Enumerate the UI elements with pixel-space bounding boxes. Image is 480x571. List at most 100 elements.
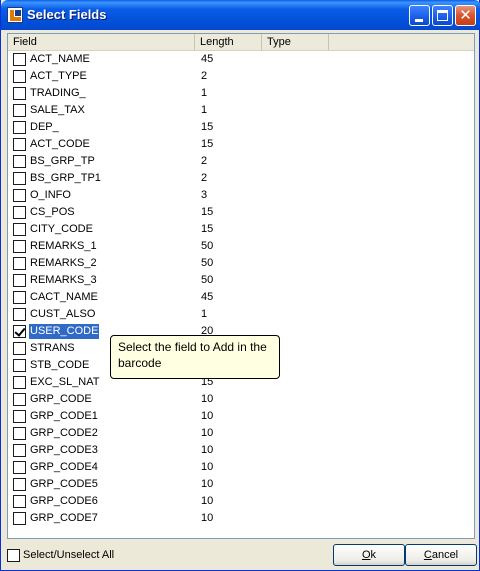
list-item[interactable]: BS_GRP_TP 2 <box>8 153 474 170</box>
row-checkbox[interactable] <box>13 291 26 304</box>
list-item[interactable]: TRADING_ 1 <box>8 85 474 102</box>
row-checkbox[interactable] <box>13 121 26 134</box>
close-button[interactable]: ✕ <box>455 5 476 26</box>
field-name: GRP_CODE7 <box>30 512 98 524</box>
list-item[interactable]: CUST_ALSO 1 <box>8 306 474 323</box>
ok-button[interactable]: Ok <box>333 544 405 566</box>
list-item[interactable]: GRP_CODE7 10 <box>8 510 474 527</box>
field-name: O_INFO <box>30 189 71 201</box>
tooltip-balloon: Select the field to Add in the barcode <box>110 335 280 379</box>
list-header: Field Length Type <box>8 34 474 51</box>
field-name: DEP_ <box>30 121 59 133</box>
field-length: 50 <box>201 274 214 286</box>
field-name: GRP_CODE6 <box>30 495 98 507</box>
row-checkbox[interactable] <box>13 495 26 508</box>
field-length: 2 <box>201 70 208 82</box>
select-all-checkbox[interactable] <box>7 549 20 562</box>
row-checkbox[interactable] <box>13 512 26 525</box>
row-checkbox[interactable] <box>13 87 26 100</box>
list-item[interactable]: REMARKS_2 50 <box>8 255 474 272</box>
field-name: BS_GRP_TP1 <box>30 172 101 184</box>
field-length: 15 <box>201 138 214 150</box>
list-item[interactable]: CS_POS 15 <box>8 204 474 221</box>
row-checkbox[interactable] <box>13 189 26 202</box>
row-checkbox[interactable] <box>13 274 26 287</box>
row-checkbox[interactable] <box>13 223 26 236</box>
row-checkbox[interactable] <box>13 104 26 117</box>
list-item[interactable]: GRP_CODE1 10 <box>8 408 474 425</box>
footer-bar: Select/Unselect All Ok Cancel <box>1 543 479 571</box>
list-item[interactable]: CITY_CODE 15 <box>8 221 474 238</box>
field-name: SALE_TAX <box>30 104 85 116</box>
field-name: ACT_NAME <box>30 53 90 65</box>
title-bar[interactable]: Select Fields ✕ <box>1 0 480 30</box>
field-length: 50 <box>201 257 214 269</box>
field-length: 2 <box>201 172 208 184</box>
cancel-button[interactable]: Cancel <box>405 544 477 566</box>
list-item[interactable]: GRP_CODE2 10 <box>8 425 474 442</box>
row-checkbox[interactable] <box>13 342 26 355</box>
row-checkbox[interactable] <box>13 325 26 338</box>
field-name: REMARKS_2 <box>30 257 97 269</box>
row-checkbox[interactable] <box>13 359 26 372</box>
list-item[interactable]: DEP_ 15 <box>8 119 474 136</box>
list-item[interactable]: REMARKS_3 50 <box>8 272 474 289</box>
row-checkbox[interactable] <box>13 257 26 270</box>
field-name: STRANS <box>30 342 75 354</box>
row-checkbox[interactable] <box>13 240 26 253</box>
row-checkbox[interactable] <box>13 53 26 66</box>
row-checkbox[interactable] <box>13 138 26 151</box>
list-item[interactable]: ACT_CODE 15 <box>8 136 474 153</box>
field-name: CITY_CODE <box>30 223 93 235</box>
list-item[interactable]: BS_GRP_TP1 2 <box>8 170 474 187</box>
field-length: 10 <box>201 461 214 473</box>
ok-button-label: Ok <box>361 549 377 561</box>
minimize-icon <box>415 19 423 22</box>
list-item[interactable]: REMARKS_1 50 <box>8 238 474 255</box>
row-checkbox[interactable] <box>13 70 26 83</box>
row-checkbox[interactable] <box>13 427 26 440</box>
row-checkbox[interactable] <box>13 461 26 474</box>
close-icon: ✕ <box>459 7 472 24</box>
field-length: 10 <box>201 495 214 507</box>
list-item[interactable]: ACT_TYPE 2 <box>8 68 474 85</box>
field-length: 1 <box>201 87 208 99</box>
row-checkbox[interactable] <box>13 410 26 423</box>
row-checkbox[interactable] <box>13 155 26 168</box>
field-length: 15 <box>201 223 214 235</box>
select-fields-window: Select Fields ✕ Field Length Type ACT_NA… <box>0 0 480 571</box>
row-checkbox[interactable] <box>13 393 26 406</box>
field-name: ACT_TYPE <box>30 70 87 82</box>
list-item[interactable]: GRP_CODE6 10 <box>8 493 474 510</box>
column-header-length[interactable]: Length <box>195 34 262 50</box>
list-item[interactable]: ACT_NAME 45 <box>8 51 474 68</box>
select-all-label[interactable]: Select/Unselect All <box>23 548 114 562</box>
column-header-type[interactable]: Type <box>262 34 329 50</box>
fields-list[interactable]: Field Length Type ACT_NAME 45 ACT_TYPE 2 TRA… <box>7 33 475 539</box>
row-checkbox[interactable] <box>13 376 26 389</box>
list-item[interactable]: SALE_TAX 1 <box>8 102 474 119</box>
maximize-button[interactable] <box>432 5 453 26</box>
row-checkbox[interactable] <box>13 478 26 491</box>
field-length: 1 <box>201 104 208 116</box>
field-name: REMARKS_1 <box>30 240 97 252</box>
minimize-button[interactable] <box>409 5 430 26</box>
list-item[interactable]: GRP_CODE4 10 <box>8 459 474 476</box>
row-checkbox[interactable] <box>13 308 26 321</box>
field-name: BS_GRP_TP <box>30 155 95 167</box>
row-checkbox[interactable] <box>13 172 26 185</box>
field-length: 50 <box>201 240 214 252</box>
cancel-button-label: Cancel <box>423 549 459 561</box>
list-item[interactable]: GRP_CODE5 10 <box>8 476 474 493</box>
field-length: 10 <box>201 444 214 456</box>
list-item[interactable]: O_INFO 3 <box>8 187 474 204</box>
row-checkbox[interactable] <box>13 444 26 457</box>
field-length: 45 <box>201 53 214 65</box>
row-checkbox[interactable] <box>13 206 26 219</box>
field-length: 15 <box>201 206 214 218</box>
list-item[interactable]: GRP_CODE 10 <box>8 391 474 408</box>
list-item[interactable]: CACT_NAME 45 <box>8 289 474 306</box>
list-item[interactable]: GRP_CODE3 10 <box>8 442 474 459</box>
field-name: CACT_NAME <box>30 291 98 303</box>
column-header-field[interactable]: Field <box>8 34 195 50</box>
